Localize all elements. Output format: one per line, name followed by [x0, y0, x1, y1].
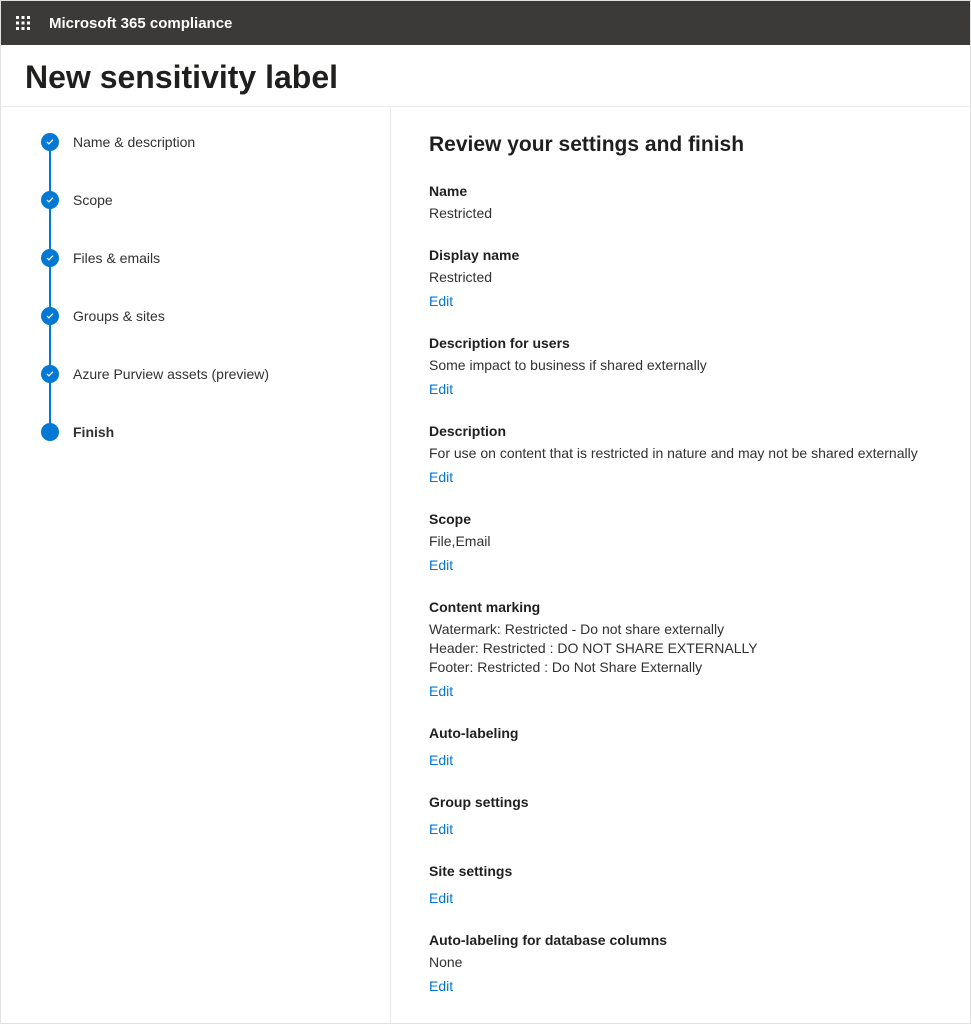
section-display-name: Display name Restricted Edit	[429, 247, 940, 311]
edit-scope-link[interactable]: Edit	[429, 557, 453, 573]
section-name: Name Restricted	[429, 183, 940, 223]
section-label: Name	[429, 183, 940, 199]
step-connector	[49, 209, 51, 249]
wizard-step-label: Finish	[73, 423, 114, 441]
section-description: Description For use on content that is r…	[429, 423, 940, 487]
wizard-step-label: Groups & sites	[73, 307, 165, 325]
checkmark-icon	[41, 133, 59, 151]
content-title: Review your settings and finish	[429, 133, 940, 157]
section-label: Scope	[429, 511, 940, 527]
section-content-marking: Content marking Watermark: Restricted - …	[429, 599, 940, 701]
section-description-users: Description for users Some impact to bus…	[429, 335, 940, 399]
section-value: File,Email	[429, 532, 940, 551]
app-title: Microsoft 365 compliance	[49, 15, 232, 32]
section-label: Group settings	[429, 794, 940, 810]
section-label: Auto-labeling for database columns	[429, 932, 940, 948]
step-connector	[49, 267, 51, 307]
wizard-step-files-emails[interactable]: Files & emails	[41, 249, 390, 307]
edit-content-marking-link[interactable]: Edit	[429, 683, 453, 699]
section-value: Some impact to business if shared extern…	[429, 356, 940, 375]
section-label: Description	[429, 423, 940, 439]
section-value: Footer: Restricted : Do Not Share Extern…	[429, 658, 940, 677]
wizard-step-label: Name & description	[73, 133, 195, 151]
global-header: Microsoft 365 compliance	[1, 1, 970, 45]
wizard-step-purview-assets[interactable]: Azure Purview assets (preview)	[41, 365, 390, 423]
current-step-icon	[41, 423, 59, 441]
edit-description-users-link[interactable]: Edit	[429, 381, 453, 397]
section-value: None	[429, 953, 940, 972]
section-site-settings: Site settings Edit	[429, 863, 940, 908]
wizard-step-label: Files & emails	[73, 249, 160, 267]
body-area: Name & description Scope Files & emails	[1, 107, 970, 1023]
step-connector	[49, 325, 51, 365]
section-value: Restricted	[429, 204, 940, 223]
content-area: Review your settings and finish Name Res…	[391, 107, 970, 1023]
step-connector	[49, 383, 51, 423]
wizard-step-name-description[interactable]: Name & description	[41, 133, 390, 191]
edit-display-name-link[interactable]: Edit	[429, 293, 453, 309]
section-auto-labeling: Auto-labeling Edit	[429, 725, 940, 770]
section-label: Site settings	[429, 863, 940, 879]
page-title-region: New sensitivity label	[1, 45, 970, 107]
waffle-icon	[15, 15, 31, 31]
section-label: Description for users	[429, 335, 940, 351]
checkmark-icon	[41, 307, 59, 325]
edit-auto-labeling-db-link[interactable]: Edit	[429, 978, 453, 994]
app-launcher-button[interactable]	[7, 7, 39, 39]
wizard-step-scope[interactable]: Scope	[41, 191, 390, 249]
section-value: Restricted	[429, 268, 940, 287]
section-group-settings: Group settings Edit	[429, 794, 940, 839]
wizard-step-groups-sites[interactable]: Groups & sites	[41, 307, 390, 365]
section-auto-labeling-db: Auto-labeling for database columns None …	[429, 932, 940, 996]
section-label: Content marking	[429, 599, 940, 615]
page-title: New sensitivity label	[25, 59, 946, 96]
wizard-step-list: Name & description Scope Files & emails	[41, 133, 390, 447]
step-connector	[49, 151, 51, 191]
section-label: Display name	[429, 247, 940, 263]
section-label: Auto-labeling	[429, 725, 940, 741]
section-value: Watermark: Restricted - Do not share ext…	[429, 620, 940, 639]
wizard-nav: Name & description Scope Files & emails	[1, 107, 391, 1023]
app-frame: Microsoft 365 compliance New sensitivity…	[0, 0, 971, 1024]
section-value: Header: Restricted : DO NOT SHARE EXTERN…	[429, 639, 940, 658]
checkmark-icon	[41, 249, 59, 267]
section-scope: Scope File,Email Edit	[429, 511, 940, 575]
section-value: For use on content that is restricted in…	[429, 444, 940, 463]
wizard-step-label: Azure Purview assets (preview)	[73, 365, 269, 383]
edit-site-settings-link[interactable]: Edit	[429, 890, 453, 906]
checkmark-icon	[41, 191, 59, 209]
edit-group-settings-link[interactable]: Edit	[429, 821, 453, 837]
wizard-step-finish[interactable]: Finish	[41, 423, 390, 447]
wizard-step-label: Scope	[73, 191, 113, 209]
checkmark-icon	[41, 365, 59, 383]
edit-description-link[interactable]: Edit	[429, 469, 453, 485]
edit-auto-labeling-link[interactable]: Edit	[429, 752, 453, 768]
